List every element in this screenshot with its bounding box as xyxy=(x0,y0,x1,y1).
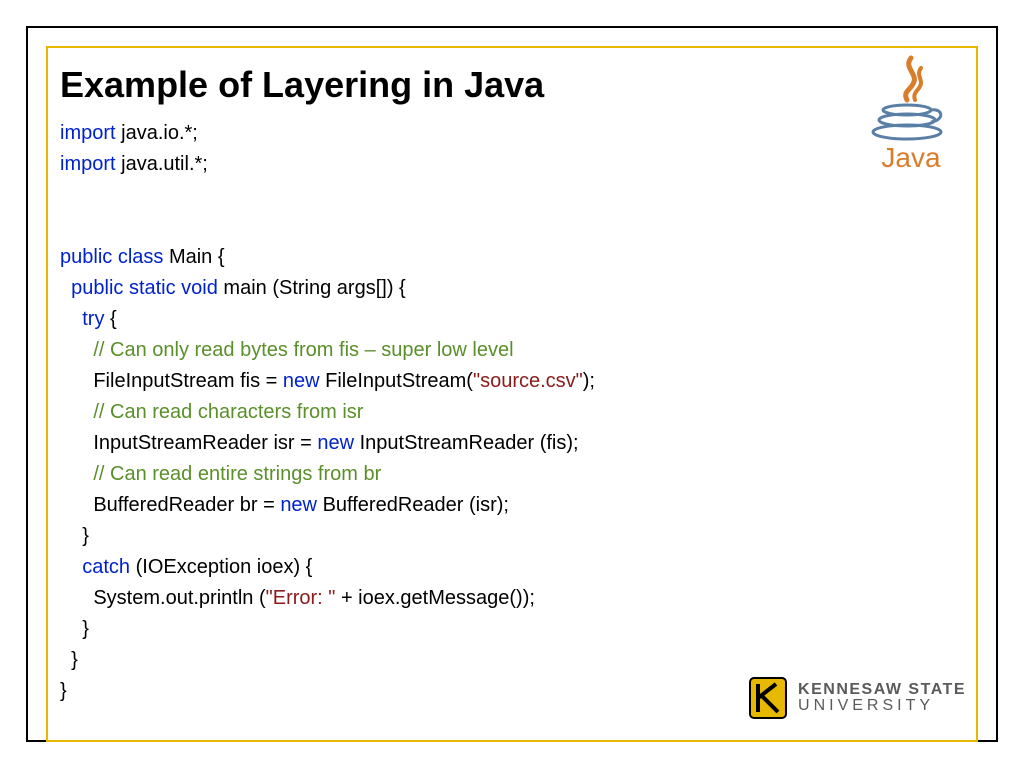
code-text: FileInputStream fis = xyxy=(60,370,283,392)
code-text: BufferedReader (isr); xyxy=(317,494,509,516)
keyword-public-static-void: public static void xyxy=(71,277,218,299)
code-text: + ioex.getMessage()); xyxy=(335,587,535,609)
code-text: System.out.println ( xyxy=(60,587,266,609)
keyword-new: new xyxy=(280,494,317,516)
keyword-new: new xyxy=(317,432,354,454)
code-text: InputStreamReader (fis); xyxy=(354,432,579,454)
code-text: ); xyxy=(583,370,595,392)
keyword-import: import xyxy=(60,122,116,144)
string-literal: "Error: " xyxy=(266,587,336,609)
java-cup-icon xyxy=(867,54,955,144)
code-text: java.io.*; xyxy=(116,122,198,144)
code-text: InputStreamReader isr = xyxy=(60,432,317,454)
keyword-new: new xyxy=(283,370,320,392)
code-text: java.util.*; xyxy=(116,153,208,175)
code-text: BufferedReader br = xyxy=(60,494,280,516)
keyword-try: try xyxy=(82,308,104,330)
ksu-crest-icon xyxy=(748,676,788,720)
java-logo-text: Java xyxy=(856,142,966,174)
code-text: } xyxy=(60,680,67,702)
ksu-text: KENNESAW STATE UNIVERSITY xyxy=(798,682,966,714)
java-logo: Java xyxy=(856,54,966,174)
code-text: Main { xyxy=(163,246,224,268)
ksu-line2: UNIVERSITY xyxy=(798,698,966,714)
keyword-catch: catch xyxy=(82,556,130,578)
slide-title: Example of Layering in Java xyxy=(60,64,960,106)
ksu-line1: KENNESAW STATE xyxy=(798,682,966,698)
code-text: (IOException ioex) { xyxy=(130,556,312,578)
code-text: main (String args[]) { xyxy=(218,277,406,299)
code-text: } xyxy=(60,618,89,640)
code-block: import java.io.*; import java.util.*; pu… xyxy=(60,118,960,707)
comment: // Can read characters from isr xyxy=(93,401,363,423)
comment: // Can only read bytes from fis – super … xyxy=(93,339,513,361)
string-literal: "source.csv" xyxy=(473,370,583,392)
slide-content: Example of Layering in Java import java.… xyxy=(60,64,960,707)
code-text: } xyxy=(60,525,89,547)
code-text: { xyxy=(104,308,116,330)
keyword-public-class: public class xyxy=(60,246,163,268)
ksu-logo: KENNESAW STATE UNIVERSITY xyxy=(748,676,966,720)
keyword-import: import xyxy=(60,153,116,175)
code-text: FileInputStream( xyxy=(320,370,473,392)
comment: // Can read entire strings from br xyxy=(93,463,381,485)
code-text: } xyxy=(60,649,78,671)
